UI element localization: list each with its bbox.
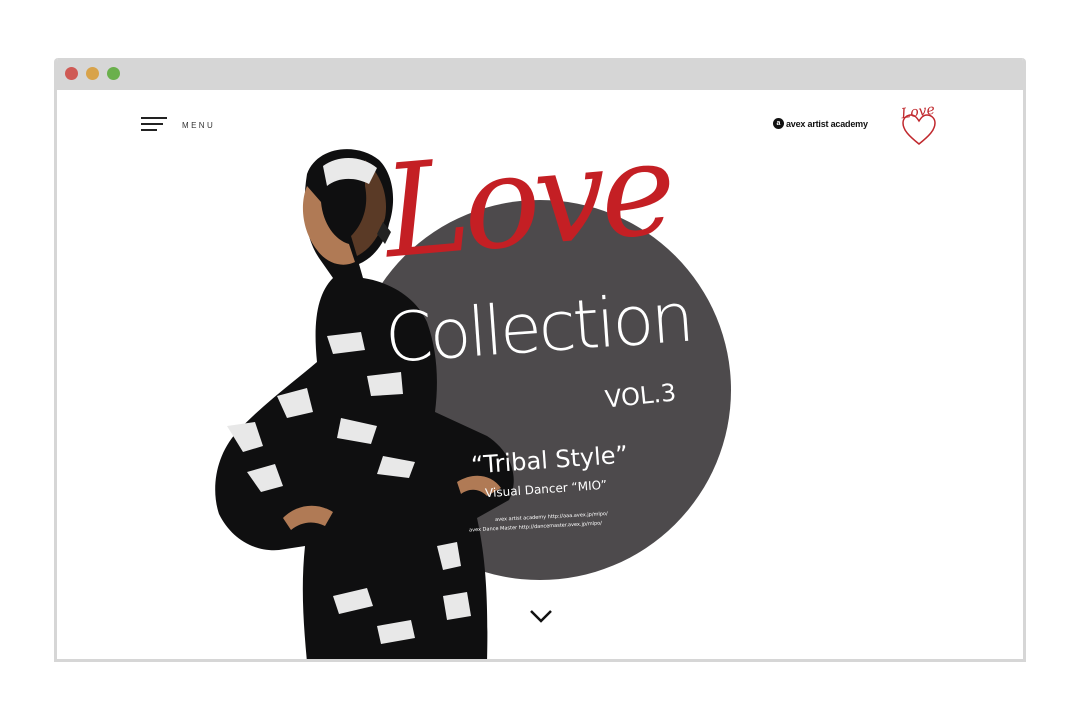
brand-link[interactable]: a avex artist academy bbox=[773, 118, 868, 129]
love-collection-logo[interactable]: Love bbox=[899, 102, 939, 148]
menu-button[interactable]: MENU bbox=[141, 117, 215, 133]
brand-name: avex artist academy bbox=[786, 118, 868, 129]
minimize-window-button[interactable] bbox=[86, 67, 99, 80]
hero-title-love: Love bbox=[378, 114, 677, 288]
chevron-down-icon[interactable] bbox=[529, 608, 553, 624]
hamburger-icon bbox=[141, 117, 167, 133]
browser-titlebar bbox=[57, 58, 1023, 90]
menu-label: MENU bbox=[182, 120, 216, 130]
hero-title-collection: Collection bbox=[382, 278, 694, 379]
heart-icon bbox=[902, 114, 936, 145]
brand-mark-icon: a bbox=[773, 118, 784, 129]
maximize-window-button[interactable] bbox=[107, 67, 120, 80]
close-window-button[interactable] bbox=[65, 67, 78, 80]
page-viewport: MENU a avex artist academy Love Love Col… bbox=[57, 90, 1023, 659]
browser-window: MENU a avex artist academy Love Love Col… bbox=[54, 58, 1026, 662]
